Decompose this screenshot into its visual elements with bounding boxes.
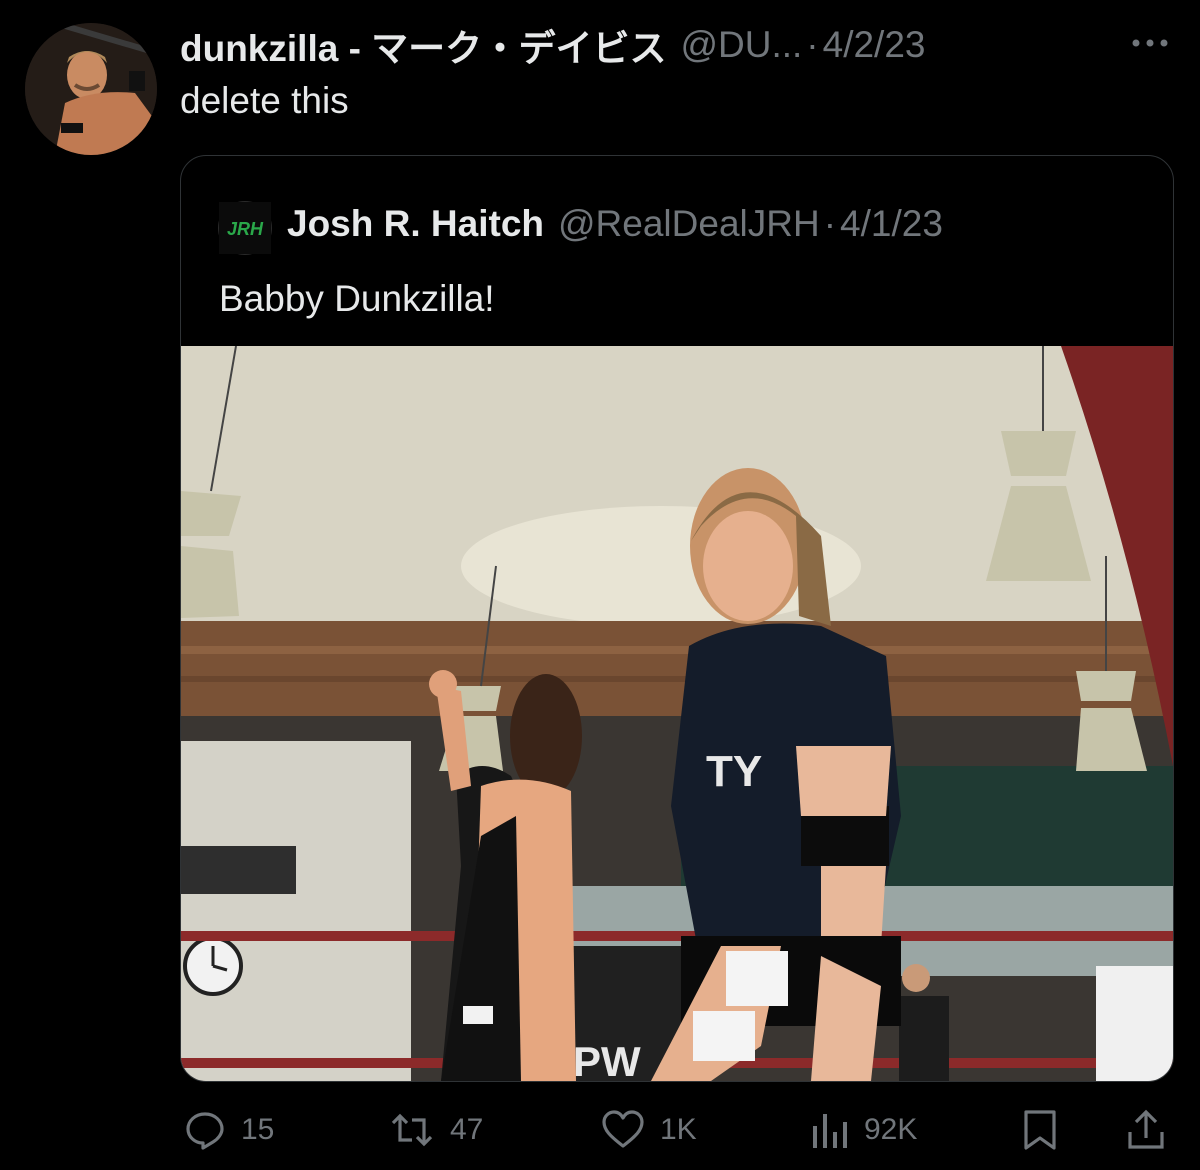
reply-count: 15 bbox=[241, 1113, 275, 1146]
quoted-author-avatar[interactable]: JRH bbox=[218, 201, 272, 255]
reply-button[interactable]: 15 bbox=[183, 1108, 274, 1152]
quoted-tweet[interactable]: JRH Josh R. Haitch @RealDealJRH · 4/1/23… bbox=[180, 155, 1174, 1082]
svg-text:TY: TY bbox=[706, 747, 762, 796]
quoted-separator: · bbox=[823, 203, 837, 244]
bookmark-icon bbox=[1024, 1110, 1056, 1150]
quoted-author-handle[interactable]: @RealDealJRH bbox=[558, 203, 820, 245]
quoted-text: Babby Dunkzilla! bbox=[219, 278, 495, 319]
quoted-author-name[interactable]: Josh R. Haitch bbox=[287, 203, 544, 245]
views-button[interactable]: 92K bbox=[810, 1108, 917, 1152]
repost-button[interactable]: 47 bbox=[388, 1108, 483, 1152]
views-count: 92K bbox=[864, 1113, 918, 1146]
reply-icon bbox=[186, 1112, 224, 1150]
banner-text: PW bbox=[573, 1038, 641, 1081]
like-button[interactable]: 1K bbox=[600, 1108, 697, 1152]
author-avatar[interactable] bbox=[25, 23, 157, 155]
quoted-header: Josh R. Haitch @RealDealJRH · 4/1/23 bbox=[287, 199, 943, 249]
action-bar: 15 47 1K 92K bbox=[0, 1100, 1200, 1160]
repost-icon bbox=[391, 1113, 433, 1147]
jrh-logo-text: JRH bbox=[227, 219, 264, 239]
quoted-media-image[interactable]: PW TY bbox=[181, 345, 1173, 1081]
separator: · bbox=[806, 24, 819, 65]
share-icon bbox=[1128, 1109, 1164, 1149]
more-icon[interactable] bbox=[1128, 28, 1172, 58]
tweet-date[interactable]: 4/2/23 bbox=[823, 24, 926, 66]
repost-count: 47 bbox=[450, 1113, 484, 1146]
share-button[interactable] bbox=[1124, 1108, 1168, 1157]
bookmark-button[interactable] bbox=[1020, 1108, 1060, 1157]
tweet-header: dunkzilla - マーク・デイビス @DU... · 4/2/23 bbox=[180, 22, 1120, 69]
like-icon bbox=[602, 1110, 644, 1148]
author-name[interactable]: dunkzilla - マーク・デイビス bbox=[180, 18, 666, 72]
quoted-date[interactable]: 4/1/23 bbox=[840, 203, 943, 245]
author-handle[interactable]: @DU... bbox=[680, 24, 802, 66]
views-icon bbox=[813, 1114, 847, 1148]
like-count: 1K bbox=[660, 1113, 697, 1146]
tweet-text: delete this bbox=[180, 80, 349, 121]
